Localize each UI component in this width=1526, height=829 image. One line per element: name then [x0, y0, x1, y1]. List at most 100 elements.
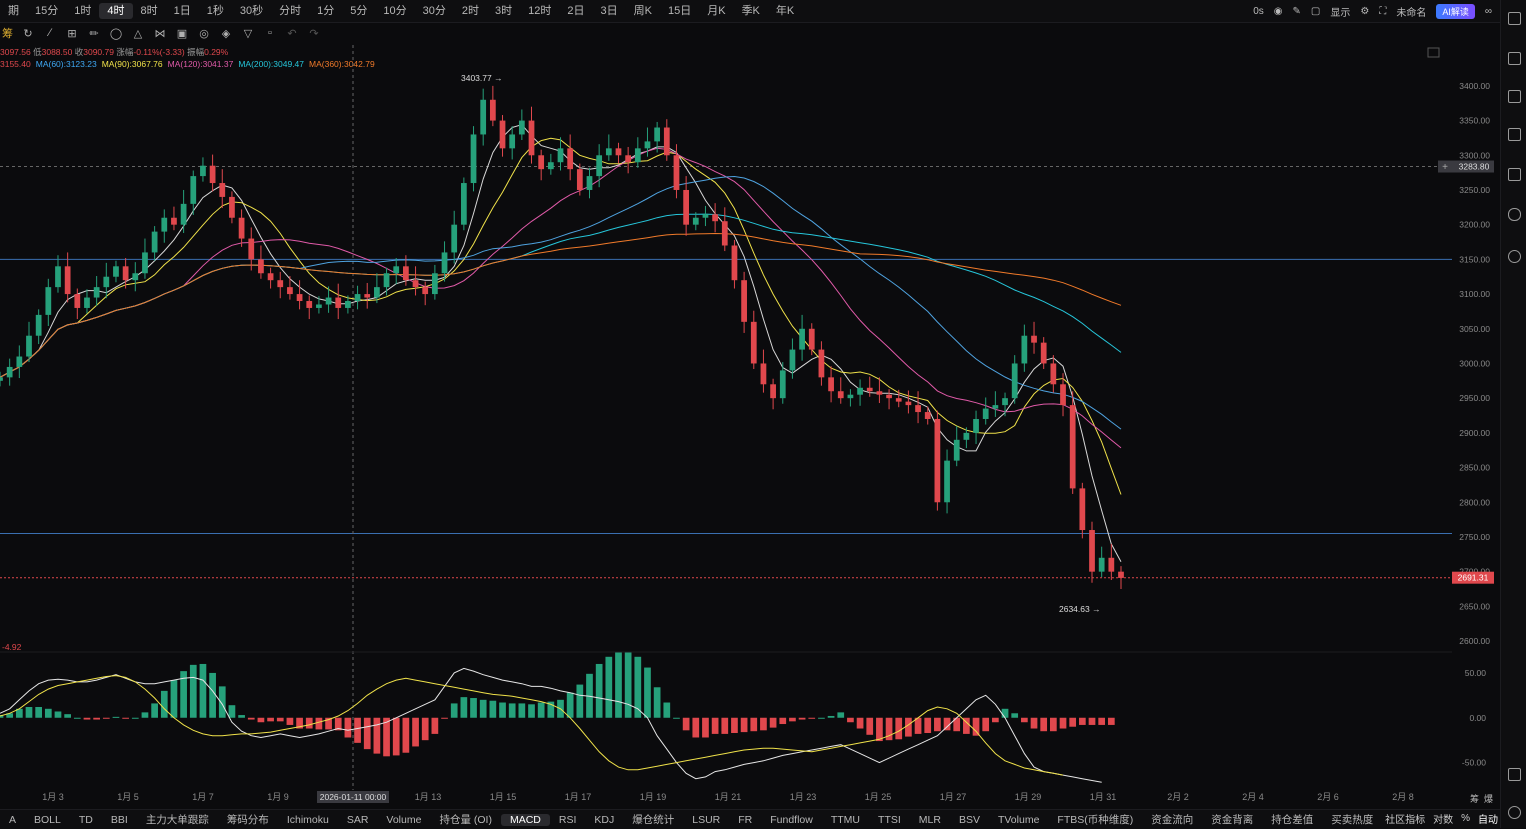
candle-body[interactable]	[963, 432, 970, 440]
candle-body[interactable]	[287, 287, 293, 295]
indicator-3[interactable]: BBI	[102, 814, 137, 826]
candle-body[interactable]	[190, 176, 197, 204]
candle-body[interactable]	[750, 321, 757, 364]
candle-body[interactable]	[731, 245, 738, 281]
candle-body[interactable]	[422, 287, 429, 295]
candle-body[interactable]	[1050, 363, 1057, 385]
candle-body[interactable]	[789, 349, 796, 371]
candle-body[interactable]	[460, 183, 467, 225]
candle-body[interactable]	[393, 266, 400, 274]
candle-body[interactable]	[84, 297, 90, 308]
candle-body[interactable]	[605, 148, 612, 156]
candle-body[interactable]	[74, 294, 81, 308]
candle-body[interactable]	[1040, 342, 1047, 364]
candle-body[interactable]	[1011, 363, 1018, 399]
indicator-24[interactable]: 资金背离	[1202, 812, 1262, 827]
candle-body[interactable]	[799, 328, 805, 350]
candle-body[interactable]	[1089, 530, 1095, 572]
candle-body[interactable]	[55, 266, 61, 288]
candle-body[interactable]	[692, 217, 699, 225]
candle-body[interactable]	[489, 99, 496, 121]
candle-body[interactable]	[499, 120, 506, 149]
candle-body[interactable]	[335, 297, 342, 308]
indicator-4[interactable]: 主力大单跟踪	[137, 812, 218, 827]
candle-body[interactable]	[132, 273, 139, 281]
candle-body[interactable]	[248, 238, 255, 260]
candle-body[interactable]	[383, 273, 390, 288]
candle-body[interactable]	[683, 189, 690, 225]
candle-body[interactable]	[1079, 488, 1086, 531]
indicator-18[interactable]: TTSI	[869, 814, 910, 826]
candle-body[interactable]	[277, 280, 284, 288]
candle-body[interactable]	[93, 287, 100, 298]
indicator-11[interactable]: RSI	[550, 814, 586, 826]
candle-body[interactable]	[760, 363, 767, 385]
chip-label[interactable]: 爆	[1484, 793, 1493, 804]
log-scale-toggle[interactable]: 对数	[1433, 811, 1453, 826]
candle-body[interactable]	[924, 412, 931, 419]
candle-body[interactable]	[26, 335, 32, 357]
history-icon[interactable]	[1508, 250, 1521, 263]
indicator-8[interactable]: Volume	[377, 814, 430, 826]
indicator-23[interactable]: 资金流向	[1142, 812, 1202, 827]
chip-label[interactable]: 筹	[1470, 793, 1479, 804]
candle-body[interactable]	[306, 301, 313, 308]
candle-body[interactable]	[1002, 398, 1008, 406]
indicator-7[interactable]: SAR	[338, 814, 378, 826]
candle-body[interactable]	[837, 391, 844, 399]
candle-body[interactable]	[808, 328, 815, 350]
candle-body[interactable]	[866, 387, 873, 392]
candle-body[interactable]	[953, 439, 960, 461]
candle-body[interactable]	[209, 165, 216, 184]
candle-body[interactable]	[770, 384, 776, 399]
candle-body[interactable]	[886, 394, 892, 399]
candle-body[interactable]	[615, 148, 622, 156]
community-indicator-button[interactable]: 社区指标	[1385, 811, 1425, 826]
candle-body[interactable]	[0, 377, 3, 381]
robot-icon[interactable]	[1508, 208, 1521, 221]
indicator-22[interactable]: FTBS(币种维度)	[1048, 812, 1142, 827]
candle-body[interactable]	[267, 273, 274, 281]
candle-body[interactable]	[1031, 335, 1037, 343]
auto-scale-toggle[interactable]: 自动	[1478, 811, 1498, 826]
candle-body[interactable]	[103, 276, 110, 288]
candle-body[interactable]	[296, 294, 303, 302]
candle-body[interactable]	[634, 148, 641, 163]
indicator-26[interactable]: 买卖热度	[1322, 812, 1382, 827]
candle-body[interactable]	[354, 294, 361, 302]
indicator-25[interactable]: 持仓差值	[1262, 812, 1322, 827]
indicator-16[interactable]: Fundflow	[761, 814, 822, 826]
candle-body[interactable]	[538, 155, 545, 170]
candle-body[interactable]	[316, 304, 322, 308]
candle-body[interactable]	[992, 405, 999, 409]
candle-body[interactable]	[374, 287, 380, 298]
candle-body[interactable]	[625, 155, 632, 163]
candle-body[interactable]	[857, 387, 863, 395]
candle-body[interactable]	[1021, 335, 1028, 364]
candle-body[interactable]	[151, 231, 158, 253]
indicator-14[interactable]: LSUR	[683, 814, 729, 826]
indicator-21[interactable]: TVolume	[989, 814, 1048, 826]
indicator-1[interactable]: BOLL	[25, 814, 70, 826]
price-chart[interactable]: -4.92 3400.00 3350.00 3300.00 3250.00 3200.0…	[0, 0, 1500, 808]
candle-body[interactable]	[345, 301, 351, 308]
add-alert-icon[interactable]: +	[1442, 162, 1448, 173]
trade-icon[interactable]	[1508, 52, 1521, 65]
indicator-17[interactable]: TTMU	[822, 814, 869, 826]
candle-body[interactable]	[934, 418, 941, 503]
candle-body[interactable]	[982, 408, 989, 419]
candle-body[interactable]	[518, 120, 525, 135]
indicator-0[interactable]: A	[0, 814, 25, 826]
candle-body[interactable]	[35, 314, 42, 336]
candle-body[interactable]	[596, 155, 603, 177]
panel-icon[interactable]	[1508, 768, 1521, 781]
candle-body[interactable]	[712, 214, 718, 222]
candle-body[interactable]	[1118, 571, 1124, 578]
candle-body[interactable]	[673, 155, 680, 190]
candle-body[interactable]	[895, 398, 902, 402]
candle-body[interactable]	[6, 366, 13, 378]
candle-body[interactable]	[451, 224, 458, 253]
candle-body[interactable]	[779, 370, 786, 399]
calendar-icon[interactable]	[1508, 128, 1521, 141]
indicator-5[interactable]: 筹码分布	[218, 812, 278, 827]
